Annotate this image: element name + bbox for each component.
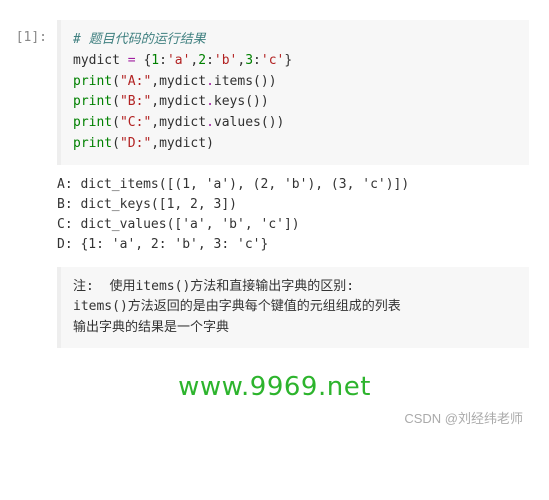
tok: = <box>128 53 136 68</box>
tok: mydict <box>73 53 128 68</box>
output-line: D: {1: 'a', 2: 'b', 3: 'c'} <box>57 237 268 252</box>
tok: 1 <box>151 53 159 68</box>
tok: : <box>159 53 167 68</box>
note-line: 注: 使用items()方法和直接输出字典的区别: <box>73 279 354 294</box>
tok: ( <box>112 136 120 151</box>
tok: 3 <box>245 53 253 68</box>
tok: "D:" <box>120 136 151 151</box>
output-line: C: dict_values(['a', 'b', 'c']) <box>57 217 300 232</box>
credit-text: CSDN @刘经纬老师 <box>10 408 539 427</box>
tok: "A:" <box>120 74 151 89</box>
tok: . <box>206 115 214 130</box>
tok: ( <box>112 74 120 89</box>
tok: ( <box>112 94 120 109</box>
output-line: B: dict_keys([1, 2, 3]) <box>57 197 237 212</box>
tok: print <box>73 74 112 89</box>
note-line: 输出字典的结果是一个字典 <box>73 320 229 335</box>
tok: mydict <box>159 74 206 89</box>
output-cell: A: dict_items([(1, 'a'), (2, 'b'), (3, '… <box>57 165 529 266</box>
tok: 'c' <box>261 53 284 68</box>
tok: ) <box>206 136 214 151</box>
tok: 2 <box>198 53 206 68</box>
cells-wrap: # 题目代码的运行结果 mydict = {1:'a',2:'b',3:'c'}… <box>57 20 539 348</box>
code-cell: # 题目代码的运行结果 mydict = {1:'a',2:'b',3:'c'}… <box>57 20 529 165</box>
tok: { <box>136 53 152 68</box>
tok: 'b' <box>214 53 237 68</box>
tok: , <box>151 74 159 89</box>
output-line: A: dict_items([(1, 'a'), (2, 'b'), (3, '… <box>57 177 409 192</box>
tok: ()) <box>261 115 284 130</box>
tok: keys <box>214 94 245 109</box>
tok: , <box>151 115 159 130</box>
input-prompt: [1]: <box>10 20 57 348</box>
tok: : <box>253 53 261 68</box>
tok: . <box>206 74 214 89</box>
tok: ()) <box>245 94 268 109</box>
note-cell: 注: 使用items()方法和直接输出字典的区别: items()方法返回的是由… <box>57 267 529 347</box>
tok: items <box>214 74 253 89</box>
watermark-text: www.9969.net <box>10 372 539 402</box>
note-line: items()方法返回的是由字典每个键值的元组组成的列表 <box>73 299 401 314</box>
notebook-block: [1]: # 题目代码的运行结果 mydict = {1:'a',2:'b',3… <box>10 20 539 348</box>
tok: ()) <box>253 74 276 89</box>
tok: , <box>151 94 159 109</box>
tok: : <box>206 53 214 68</box>
tok: "C:" <box>120 115 151 130</box>
tok: ( <box>112 115 120 130</box>
tok: print <box>73 115 112 130</box>
tok: , <box>151 136 159 151</box>
comment-line: # 题目代码的运行结果 <box>73 32 206 47</box>
tok: print <box>73 94 112 109</box>
tok: mydict <box>159 136 206 151</box>
tok: mydict <box>159 94 206 109</box>
tok: print <box>73 136 112 151</box>
tok: mydict <box>159 115 206 130</box>
tok: 'a' <box>167 53 190 68</box>
tok: values <box>214 115 261 130</box>
tok: . <box>206 94 214 109</box>
tok: "B:" <box>120 94 151 109</box>
tok: } <box>284 53 292 68</box>
